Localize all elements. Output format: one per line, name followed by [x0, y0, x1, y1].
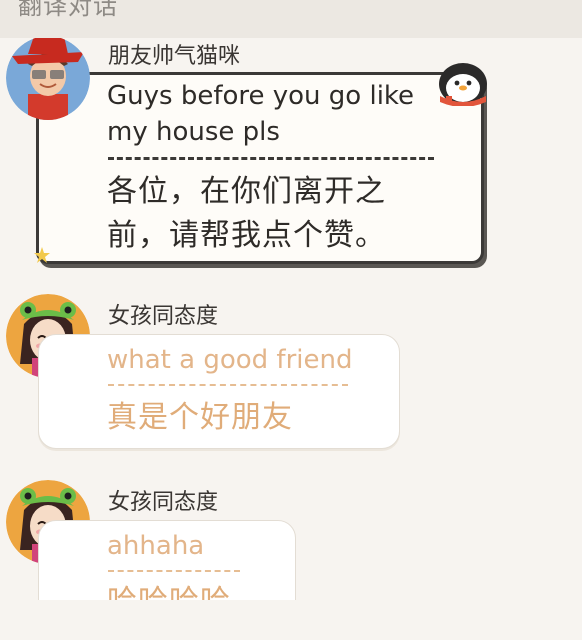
- translated-text-line-2: 前，请帮我点个赞。: [107, 218, 386, 253]
- sender-name: 朋友帅气猫咪: [108, 44, 241, 69]
- translation-divider: [108, 157, 434, 160]
- original-text: what a good friend: [107, 345, 353, 375]
- penguin-sticker-icon: [439, 63, 487, 106]
- avatar[interactable]: [6, 38, 90, 120]
- header-bar: 翻译对话: [0, 0, 582, 38]
- original-text-line-2: my house pls: [107, 117, 280, 147]
- translated-text: 真是个好朋友: [107, 400, 293, 435]
- translation-divider: [108, 384, 348, 386]
- translated-text-line-1: 各位，在你们离开之: [107, 174, 386, 209]
- sender-name: 女孩同态度: [108, 490, 219, 515]
- bottom-area: [0, 600, 582, 640]
- translated-text: 哈哈哈哈: [107, 582, 231, 600]
- chat-list[interactable]: 朋友帅气猫咪 Guys before you go like my house …: [0, 38, 582, 600]
- header-title: 翻译对话: [18, 0, 118, 20]
- original-text: ahhaha: [107, 531, 205, 561]
- sender-name: 女孩同态度: [108, 304, 219, 329]
- star-decoration-icon: [34, 247, 50, 263]
- cat-player-avatar-icon: [6, 38, 90, 120]
- original-text-line-1: Guys before you go like: [107, 81, 415, 111]
- translation-divider: [108, 570, 240, 572]
